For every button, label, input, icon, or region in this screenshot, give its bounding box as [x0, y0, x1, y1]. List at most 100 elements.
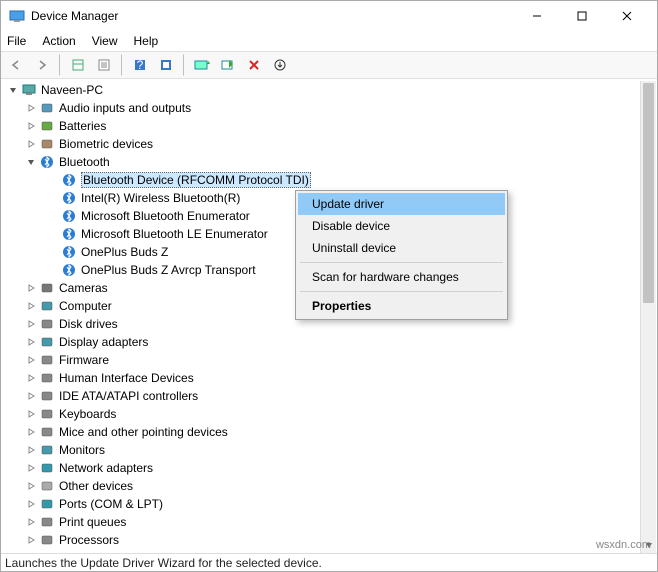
chevron-down-icon[interactable] — [25, 156, 37, 168]
action-button[interactable] — [155, 54, 177, 76]
tree-item[interactable]: Processors — [3, 531, 639, 549]
chevron-right-icon[interactable] — [25, 534, 37, 546]
vertical-scrollbar[interactable] — [640, 81, 656, 553]
tree-item[interactable]: Display adapters — [3, 333, 639, 351]
other-icon — [39, 478, 55, 494]
tree-item-label: Microsoft Bluetooth LE Enumerator — [81, 227, 268, 241]
tree-item[interactable]: Batteries — [3, 117, 639, 135]
keyboard-icon — [39, 406, 55, 422]
printer-icon — [39, 514, 55, 530]
minimize-button[interactable] — [514, 2, 559, 30]
chevron-right-icon[interactable] — [25, 372, 37, 384]
cpu-icon — [39, 532, 55, 548]
tree-item[interactable]: Ports (COM & LPT) — [3, 495, 639, 513]
scan-hardware-button[interactable] — [217, 54, 239, 76]
chevron-right-icon[interactable] — [25, 516, 37, 528]
tree-item-label: Keyboards — [59, 407, 116, 421]
tree-item-label: Batteries — [59, 119, 106, 133]
net-icon — [39, 460, 55, 476]
monitor-icon — [39, 442, 55, 458]
chevron-right-icon[interactable] — [25, 282, 37, 294]
chevron-right-icon[interactable] — [25, 426, 37, 438]
computer-icon — [21, 82, 37, 98]
chevron-down-icon[interactable] — [7, 84, 19, 96]
tree-item-label: IDE ATA/ATAPI controllers — [59, 389, 198, 403]
chevron-right-icon[interactable] — [25, 354, 37, 366]
context-menu-item[interactable]: Update driver — [298, 193, 505, 215]
context-menu-item[interactable]: Uninstall device — [298, 237, 505, 259]
tree-item[interactable]: Bluetooth Device (RFCOMM Protocol TDI) — [3, 171, 639, 189]
properties-button[interactable] — [93, 54, 115, 76]
status-bar: Launches the Update Driver Wizard for th… — [1, 553, 657, 571]
hid-icon — [39, 370, 55, 386]
tree-item-label: Computer — [59, 299, 112, 313]
chevron-right-icon[interactable] — [25, 498, 37, 510]
chevron-right-icon[interactable] — [25, 390, 37, 402]
svg-text:?: ? — [137, 58, 144, 72]
chevron-right-icon[interactable] — [25, 462, 37, 474]
ide-icon — [39, 388, 55, 404]
chevron-right-icon[interactable] — [25, 318, 37, 330]
tree-item-label: Firmware — [59, 353, 109, 367]
bt-icon — [61, 226, 77, 242]
tree-item-label: Other devices — [59, 479, 133, 493]
chevron-right-icon[interactable] — [25, 138, 37, 150]
chevron-right-icon[interactable] — [25, 444, 37, 456]
window-title: Device Manager — [31, 9, 514, 23]
tree-item[interactable]: Network adapters — [3, 459, 639, 477]
speaker-icon — [39, 100, 55, 116]
app-icon — [9, 8, 25, 24]
context-menu-item[interactable]: Disable device — [298, 215, 505, 237]
maximize-button[interactable] — [559, 2, 604, 30]
forward-button[interactable] — [31, 54, 53, 76]
context-menu-item[interactable]: Scan for hardware changes — [298, 266, 505, 288]
tree-item[interactable]: Print queues — [3, 513, 639, 531]
tree-item[interactable]: Biometric devices — [3, 135, 639, 153]
tree-item[interactable]: Other devices — [3, 477, 639, 495]
tree-item-label: Microsoft Bluetooth Enumerator — [81, 209, 250, 223]
context-menu-item[interactable]: Properties — [298, 295, 505, 317]
tree-item[interactable]: Monitors — [3, 441, 639, 459]
menu-file[interactable]: File — [7, 34, 26, 48]
scrollbar-thumb[interactable] — [643, 83, 654, 303]
menu-action[interactable]: Action — [42, 34, 75, 48]
tree-item-label: OnePlus Buds Z Avrcp Transport — [81, 263, 256, 277]
tree-item-label: Monitors — [59, 443, 105, 457]
chevron-right-icon[interactable] — [25, 336, 37, 348]
chevron-right-icon[interactable] — [25, 300, 37, 312]
battery-icon — [39, 118, 55, 134]
chevron-right-icon[interactable] — [25, 120, 37, 132]
disk-icon — [39, 316, 55, 332]
separator — [121, 54, 123, 76]
tree-item[interactable]: Firmware — [3, 351, 639, 369]
menu-view[interactable]: View — [92, 34, 118, 48]
context-menu: Update driverDisable deviceUninstall dev… — [295, 190, 508, 320]
tree-item[interactable]: Mice and other pointing devices — [3, 423, 639, 441]
update-driver-button[interactable] — [191, 54, 213, 76]
enable-button[interactable] — [269, 54, 291, 76]
tree-item[interactable]: Audio inputs and outputs — [3, 99, 639, 117]
bt-icon — [61, 262, 77, 278]
bt-icon — [61, 208, 77, 224]
bt-icon — [61, 172, 77, 188]
tree-root[interactable]: Naveen-PC — [3, 81, 639, 99]
close-button[interactable] — [604, 2, 649, 30]
title-bar: Device Manager — [1, 1, 657, 31]
tree-item[interactable]: Bluetooth — [3, 153, 639, 171]
chevron-right-icon[interactable] — [25, 102, 37, 114]
tree-item-label: Biometric devices — [59, 137, 153, 151]
tree-item-label: Ports (COM & LPT) — [59, 497, 163, 511]
tree-item[interactable]: Human Interface Devices — [3, 369, 639, 387]
help-button[interactable]: ? — [129, 54, 151, 76]
uninstall-button[interactable] — [243, 54, 265, 76]
tree-item[interactable]: Keyboards — [3, 405, 639, 423]
back-button[interactable] — [5, 54, 27, 76]
chevron-right-icon[interactable] — [25, 480, 37, 492]
tree-item[interactable]: IDE ATA/ATAPI controllers — [3, 387, 639, 405]
chevron-right-icon[interactable] — [25, 408, 37, 420]
separator — [183, 54, 185, 76]
menu-help[interactable]: Help — [134, 34, 159, 48]
context-menu-separator — [300, 262, 503, 263]
tree-item-label: Mice and other pointing devices — [59, 425, 228, 439]
show-hide-button[interactable] — [67, 54, 89, 76]
